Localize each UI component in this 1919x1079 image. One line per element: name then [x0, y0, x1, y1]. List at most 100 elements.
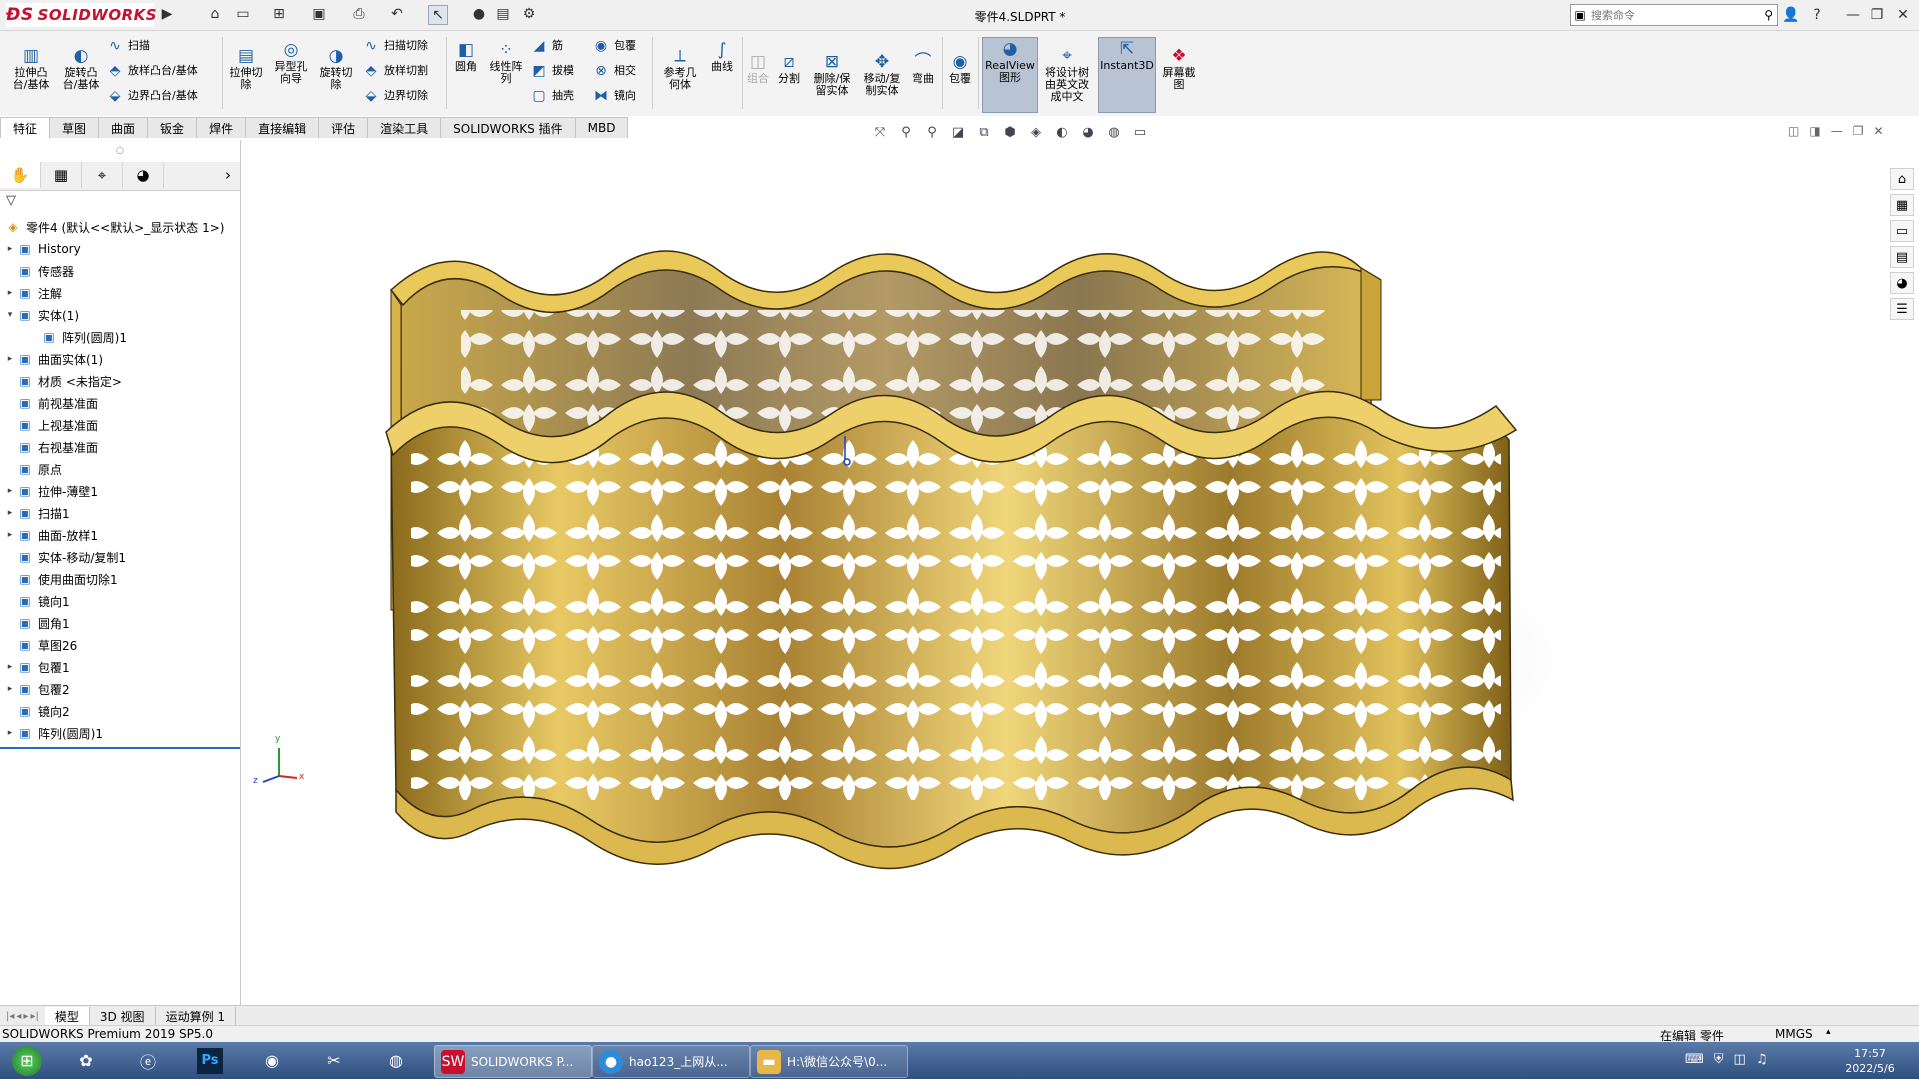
combine-button[interactable]: ◫ 组合	[744, 51, 772, 85]
print-icon[interactable]: ⎙	[350, 5, 368, 23]
tree-item[interactable]: ▣ 传感器	[4, 261, 74, 281]
close-button[interactable]: ✕	[1892, 5, 1914, 25]
search-icon[interactable]: ⚲	[1764, 8, 1773, 22]
taskbar-solidworks[interactable]: SW SOLIDWORKS P...	[434, 1045, 592, 1078]
clock[interactable]: 17:57 2022/5/6	[1830, 1046, 1910, 1076]
restore-button[interactable]: ❐	[1866, 5, 1888, 25]
camera-app-icon[interactable]: ◉	[252, 1045, 292, 1076]
rebuild-icon[interactable]: ●	[470, 5, 488, 23]
wrap-large-button[interactable]: ◉ 包覆	[944, 51, 976, 85]
obs-app-icon[interactable]: ◍	[376, 1045, 416, 1076]
custom-properties-icon[interactable]: ☰	[1890, 298, 1914, 320]
zoom-to-fit-icon[interactable]: ⤧	[870, 122, 890, 142]
hole-wizard-button[interactable]: ◎ 异型孔 向导	[268, 39, 314, 85]
tray-input-icon[interactable]: ⌨	[1685, 1052, 1704, 1067]
tab-scroll-arrows[interactable]: |◂ ◂ ▸ ▸|	[6, 1011, 39, 1022]
expand-arrow-icon[interactable]: ▸	[4, 244, 16, 254]
filter-icon[interactable]: ▽	[6, 193, 16, 208]
tree-item[interactable]: ▣ 右视基准面	[4, 437, 98, 457]
loft-button[interactable]: ⬘ 放样凸台/基体	[106, 62, 198, 80]
edit-appearance-icon[interactable]: ◕	[1078, 122, 1098, 142]
tree-item[interactable]: ▸ ▣ 包覆1	[4, 657, 70, 677]
tab-evaluate[interactable]: 评估	[318, 117, 369, 138]
wrap-button[interactable]: ◉ 包覆	[592, 37, 636, 55]
minimize-button[interactable]: —	[1842, 5, 1864, 25]
tree-item[interactable]: ▸ ▣ History	[4, 239, 81, 259]
appearances-icon[interactable]: ◕	[1890, 272, 1914, 294]
undo-icon[interactable]: ↶	[388, 5, 406, 23]
revolve-cut-button[interactable]: ◑ 旋转切 除	[314, 45, 358, 91]
tab-sheet-metal[interactable]: 钣金	[147, 117, 198, 138]
tab-sketch[interactable]: 草图	[49, 117, 100, 138]
expand-arrow-icon[interactable]: ▸	[4, 486, 16, 496]
split-button[interactable]: ⧄ 分割	[774, 51, 804, 85]
photoshop-app-icon[interactable]: Ps	[190, 1045, 230, 1076]
tree-item[interactable]: ▸ ▣ 扫描1	[4, 503, 70, 523]
reference-geometry-button[interactable]: ⟂ 参考几 何体	[656, 45, 704, 91]
fillet-button[interactable]: ◧ 圆角	[448, 39, 484, 73]
expand-arrow-icon[interactable]: ▸	[4, 728, 16, 738]
mirror-button[interactable]: ⧓ 镜向	[592, 87, 636, 105]
section-view-icon[interactable]: ◪	[948, 122, 968, 142]
help-button[interactable]: ?	[1806, 5, 1828, 25]
expand-arrow-icon[interactable]: ▸	[4, 288, 16, 298]
tab-3d-view[interactable]: 3D 视图	[90, 1007, 156, 1025]
search-box[interactable]: ▣ ⚲	[1570, 4, 1778, 26]
tab-render-tools[interactable]: 渲染工具	[367, 117, 442, 138]
tree-item[interactable]: ▣ 草图26	[4, 635, 77, 655]
previous-view-icon[interactable]: ⚲	[922, 122, 942, 142]
tab-mbd[interactable]: MBD	[574, 117, 629, 138]
taskbar-browser[interactable]: ● hao123_上网从...	[592, 1045, 750, 1078]
expand-arrow-icon[interactable]: ▸	[4, 684, 16, 694]
unit-system[interactable]: MMGS	[1775, 1027, 1813, 1041]
boundary-boss-button[interactable]: ⬙ 边界凸台/基体	[106, 87, 198, 105]
taskbar-folder[interactable]: ▬ H:\微信公众号\0...	[750, 1045, 908, 1078]
tray-security-icon[interactable]: ⛨	[1714, 1052, 1724, 1067]
display-manager-tab-icon[interactable]: ◕	[123, 162, 164, 188]
tree-item[interactable]: ▣ 镜向1	[4, 591, 69, 611]
snipping-app-icon[interactable]: ✂	[314, 1045, 354, 1076]
viewport-split-icon[interactable]: ◫	[1788, 124, 1799, 138]
panel-grip[interactable]: ○	[116, 146, 124, 156]
rollback-bar[interactable]	[0, 747, 240, 749]
tab-features[interactable]: 特征	[0, 117, 51, 138]
move-copy-button[interactable]: ✥ 移动/复 制实体	[858, 51, 906, 97]
tree-root[interactable]: ◈ 零件4 (默认<<默认>_显示状态 1>)	[4, 217, 224, 237]
search-input[interactable]	[1589, 7, 1743, 23]
flex-button[interactable]: ⌒ 弯曲	[908, 51, 938, 85]
instant3d-button[interactable]: ⇱ Instant3D	[1098, 37, 1156, 113]
tree-item[interactable]: ▣ 实体-移动/复制1	[4, 547, 126, 567]
unit-chevron-icon[interactable]: ▴	[1826, 1027, 1831, 1037]
viewport-restore-icon[interactable]: ❐	[1853, 124, 1864, 138]
apply-scene-icon[interactable]: ◍	[1104, 122, 1124, 142]
intersect-button[interactable]: ⊗ 相交	[592, 62, 636, 80]
expand-arrow-icon[interactable]: ▸	[4, 508, 16, 518]
view-palette-icon[interactable]: ▤	[1890, 246, 1914, 268]
tree-item[interactable]: ▸ ▣ 阵列(圆周)1	[4, 723, 103, 743]
zoom-area-icon[interactable]: ⚲	[896, 122, 916, 142]
chevron-right-icon[interactable]: ›	[216, 162, 240, 188]
swept-cut-button[interactable]: ∿ 扫描切除	[362, 37, 428, 55]
tree-item[interactable]: ▣ 材质 <未指定>	[4, 371, 122, 391]
tree-item[interactable]: ▣ 原点	[4, 459, 62, 479]
tree-item[interactable]: ▣ 阵列(圆周)1	[28, 327, 127, 347]
property-manager-tab-icon[interactable]: ▦	[41, 162, 82, 188]
tab-model[interactable]: 模型	[44, 1007, 90, 1025]
configuration-tab-icon[interactable]: ⌖	[82, 162, 123, 188]
home-icon[interactable]: ⌂	[206, 5, 224, 23]
tree-item[interactable]: ▣ 圆角1	[4, 613, 69, 633]
tree-item[interactable]: ▸ ▣ 曲面-放样1	[4, 525, 98, 545]
extrude-boss-button[interactable]: ▥ 拉伸凸 台/基体	[8, 45, 54, 91]
expand-arrow-icon[interactable]: ▾	[4, 310, 16, 320]
revolve-boss-button[interactable]: ◐ 旋转凸 台/基体	[58, 45, 104, 91]
dynamic-annotation-icon[interactable]: ⧉	[974, 122, 994, 142]
tree-item[interactable]: ▸ ▣ 曲面实体(1)	[4, 349, 103, 369]
boundary-cut-button[interactable]: ⬙ 边界切除	[362, 87, 428, 105]
extrude-cut-button[interactable]: ▤ 拉伸切 除	[224, 45, 268, 91]
delete-body-button[interactable]: ⊠ 删除/保 留实体	[808, 51, 856, 97]
tree-item[interactable]: ▣ 使用曲面切除1	[4, 569, 117, 589]
display-style-icon[interactable]: ◈	[1026, 122, 1046, 142]
expand-arrow-icon[interactable]: ▸	[4, 662, 16, 672]
tree-item[interactable]: ▸ ▣ 注解	[4, 283, 62, 303]
view-orientation-icon[interactable]: ⬢	[1000, 122, 1020, 142]
